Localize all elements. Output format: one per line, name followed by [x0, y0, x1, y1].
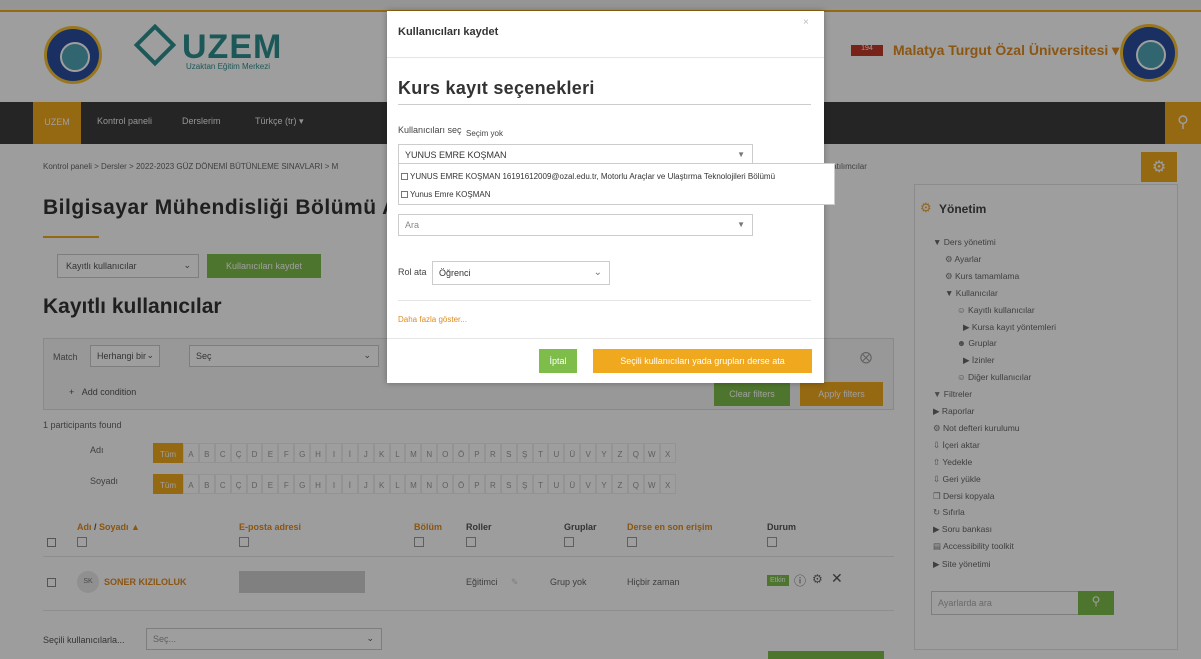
assign-role-value: Öğrenci	[439, 268, 471, 278]
suggestion-text: Yunus Emre KOŞMAN	[410, 190, 491, 199]
checkbox-icon	[401, 191, 408, 198]
cohort-search-input[interactable]: Ara ▼	[398, 214, 753, 236]
suggestion-item[interactable]: YUNUS EMRE KOŞMAN 16191612009@ozal.edu.t…	[401, 172, 775, 181]
enrolment-options-heading: Kurs kayıt seçenekleri	[398, 78, 595, 98]
assign-role-select[interactable]: Öğrenci ⌄	[432, 261, 610, 285]
close-icon[interactable]: ×	[803, 17, 809, 28]
assign-role-label: Rol ata	[398, 267, 427, 277]
dropdown-arrow-icon[interactable]: ▼	[737, 220, 745, 229]
modal-title: Kullanıcıları kaydet	[398, 26, 499, 38]
cohort-search-placeholder: Ara	[405, 220, 420, 230]
suggestion-text: YUNUS EMRE KOŞMAN 16191612009@ozal.edu.t…	[410, 172, 776, 181]
modal-footer: İptal Seçili kullanıcıları yada grupları…	[387, 338, 824, 383]
enrol-selected-button[interactable]: Seçili kullanıcıları yada grupları derse…	[593, 349, 812, 373]
dropdown-arrow-icon[interactable]: ▼	[737, 150, 745, 159]
user-suggestions-list: YUNUS EMRE KOŞMAN 16191612009@ozal.edu.t…	[398, 163, 835, 205]
modal-header: Kullanıcıları kaydet ×	[387, 11, 824, 58]
suggestion-item[interactable]: Yunus Emre KOŞMAN	[401, 190, 490, 199]
divider	[398, 300, 811, 301]
heading-rule	[398, 104, 811, 105]
checkbox-icon	[401, 173, 408, 180]
no-selection-text: Seçim yok	[466, 129, 503, 138]
select-users-text: Kullanıcıları seç	[398, 125, 462, 135]
enrol-users-dialog: Kullanıcıları kaydet × Kurs kayıt seçene…	[387, 11, 835, 383]
cancel-button[interactable]: İptal	[539, 349, 577, 373]
show-more-link[interactable]: Daha fazla göster...	[398, 315, 467, 324]
chevron-down-icon: ⌄	[593, 267, 602, 278]
select-users-label: Kullanıcıları seç Seçim yok	[398, 125, 503, 138]
user-search-value: YUNUS EMRE KOŞMAN	[405, 150, 507, 160]
